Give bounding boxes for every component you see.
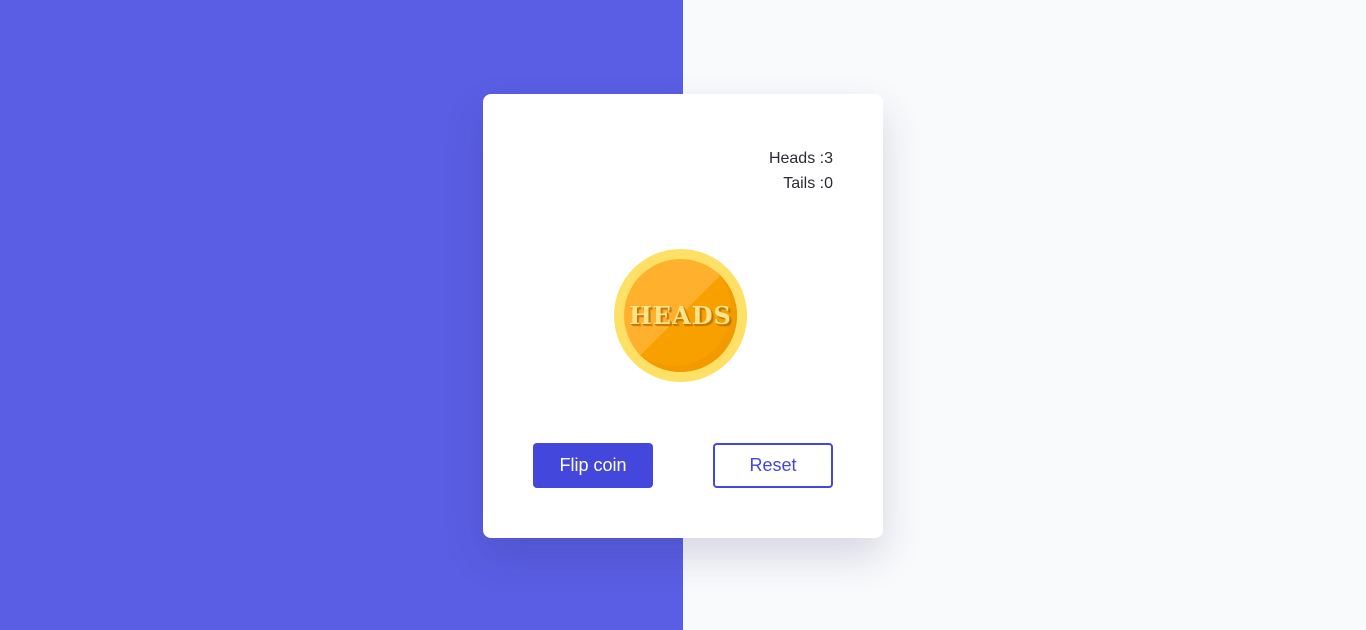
page: Heads :3 Tails :0 HEADS Flip coin Reset: [0, 0, 1366, 630]
coin-face: HEADS: [624, 259, 737, 372]
heads-count: Heads :3: [768, 150, 833, 167]
flip-coin-button[interactable]: Flip coin: [533, 443, 653, 488]
tails-count: Tails :0: [783, 175, 833, 192]
coin-icon: HEADS: [614, 249, 747, 382]
coin-face-text: HEADS: [629, 301, 732, 330]
score-stats: Heads :3 Tails :0: [769, 146, 833, 196]
reset-button[interactable]: Reset: [713, 443, 833, 488]
coin-flip-card: Heads :3 Tails :0 HEADS Flip coin Reset: [483, 94, 883, 538]
